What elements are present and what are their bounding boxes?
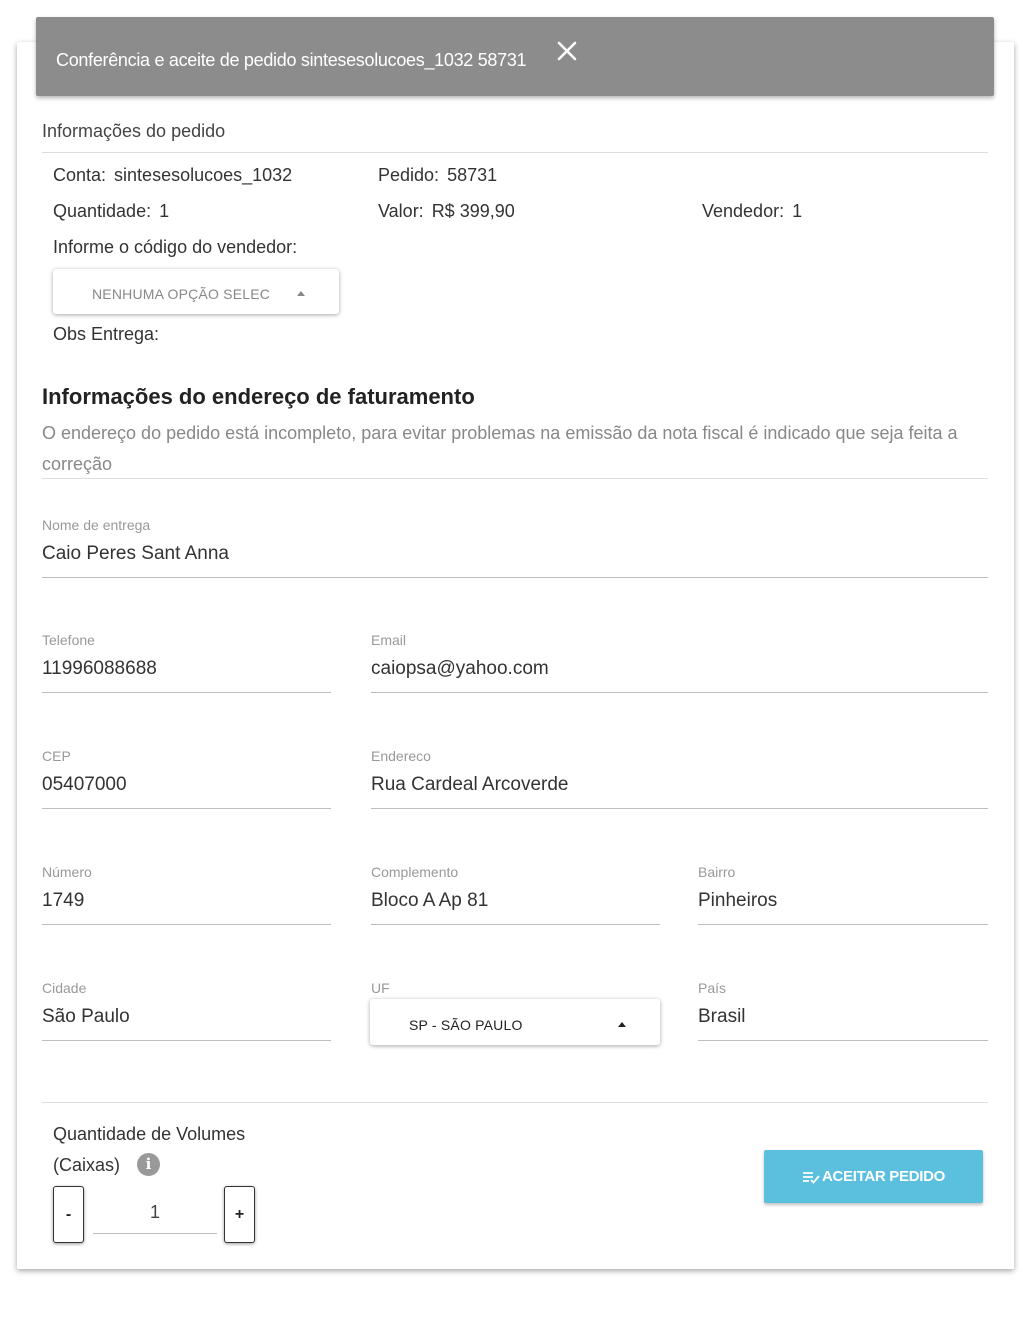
accept-order-label: ACEITAR PEDIDO — [821, 1168, 946, 1185]
vendor-code-dropdown[interactable]: NENHUMA OPÇÃO SELEC — [53, 269, 339, 314]
caret-up-icon — [618, 1022, 626, 1027]
valor-info: Valor: R$ 399,90 — [378, 201, 515, 222]
cidade-field: Cidade São Paulo — [42, 980, 331, 1044]
complemento-label: Complemento — [371, 864, 459, 880]
volumes-label-caixas: (Caixas) — [53, 1155, 121, 1175]
pais-underline — [698, 1040, 988, 1041]
numero-field: Número 1749 — [42, 864, 331, 928]
quantidade-label: Quantidade: — [53, 201, 152, 221]
pedido-value: 58731 — [447, 165, 498, 185]
email-field: Email caiopsa@yahoo.com — [371, 632, 988, 696]
vendedor-label: Vendedor: — [702, 201, 785, 221]
pais-input[interactable]: Brasil — [698, 1006, 988, 1028]
email-label: Email — [371, 632, 407, 648]
cidade-label: Cidade — [42, 980, 87, 996]
order-info-heading: Informações do pedido — [42, 121, 226, 141]
pais-field: País Brasil — [698, 980, 988, 1044]
cep-underline — [42, 808, 331, 809]
billing-divider — [42, 478, 988, 479]
complemento-underline — [371, 924, 660, 925]
valor-value: R$ 399,90 — [431, 201, 515, 221]
caret-up-icon — [297, 291, 305, 296]
dialog-header: Conferência e aceite de pedido sinteseso… — [36, 17, 994, 96]
bairro-underline — [698, 924, 988, 925]
cep-label: CEP — [42, 748, 71, 764]
bairro-label: Bairro — [698, 864, 736, 880]
info-icon[interactable]: i — [137, 1153, 160, 1176]
volumes-underline — [93, 1233, 217, 1234]
uf-label: UF — [371, 980, 390, 996]
endereco-input[interactable]: Rua Cardeal Arcoverde — [371, 774, 988, 796]
quantidade-value: 1 — [159, 201, 170, 221]
uf-dropdown[interactable]: SP - SÃO PAULO — [370, 999, 660, 1045]
footer-divider — [42, 1102, 988, 1103]
endereco-field: Endereco Rua Cardeal Arcoverde — [371, 748, 988, 812]
obs-entrega-label: Obs Entrega: — [53, 324, 160, 344]
numero-underline — [42, 924, 331, 925]
cep-input[interactable]: 05407000 — [42, 774, 331, 796]
telefone-input[interactable]: 11996088688 — [42, 658, 331, 680]
numero-label: Número — [42, 864, 92, 880]
conta-label: Conta: — [53, 165, 107, 185]
close-icon[interactable] — [555, 39, 579, 63]
dialog-title: Conferência e aceite de pedido sinteseso… — [56, 50, 527, 70]
endereco-underline — [371, 808, 988, 809]
nome-entrega-field: Nome de entrega Caio Peres Sant Anna — [42, 517, 988, 581]
cidade-input[interactable]: São Paulo — [42, 1006, 331, 1028]
vendedor-value: 1 — [792, 201, 803, 221]
telefone-underline — [42, 692, 331, 693]
telefone-field: Telefone 11996088688 — [42, 632, 331, 696]
numero-input[interactable]: 1749 — [42, 890, 331, 912]
volumes-increment-button[interactable]: + — [224, 1186, 255, 1243]
playlist-check-icon — [802, 1171, 820, 1184]
nome-entrega-label: Nome de entrega — [42, 517, 151, 533]
accept-order-button[interactable]: ACEITAR PEDIDO — [764, 1150, 983, 1203]
complemento-input[interactable]: Bloco A Ap 81 — [371, 890, 660, 912]
volumes-label: Quantidade de Volumes — [53, 1124, 246, 1144]
volumes-value[interactable]: 1 — [93, 1202, 217, 1223]
conta-value: sintesesolucoes_1032 — [114, 165, 293, 185]
conta-info: Conta: sintesesolucoes_1032 — [53, 165, 292, 186]
vendor-code-label: Informe o código do vendedor: — [53, 237, 298, 257]
complemento-field: Complemento Bloco A Ap 81 — [371, 864, 660, 928]
uf-field: UF — [371, 980, 660, 1000]
bairro-field: Bairro Pinheiros — [698, 864, 988, 928]
pedido-label: Pedido: — [378, 165, 440, 185]
quantidade-info: Quantidade: 1 — [53, 201, 169, 222]
vendor-code-dropdown-value: NENHUMA OPÇÃO SELEC — [92, 286, 271, 302]
vendedor-info: Vendedor: 1 — [702, 201, 802, 222]
cidade-underline — [42, 1040, 331, 1041]
email-underline — [371, 692, 988, 693]
nome-entrega-input[interactable]: Caio Peres Sant Anna — [42, 543, 988, 565]
volumes-decrement-button[interactable]: - — [53, 1186, 84, 1243]
cep-field: CEP 05407000 — [42, 748, 331, 812]
nome-entrega-underline — [42, 577, 988, 578]
billing-title: Informações do endereço de faturamento — [42, 384, 475, 409]
uf-dropdown-value: SP - SÃO PAULO — [409, 1017, 523, 1033]
pais-label: País — [698, 980, 727, 996]
billing-subtitle: O endereço do pedido está incompleto, pa… — [42, 423, 958, 474]
telefone-label: Telefone — [42, 632, 95, 648]
email-input[interactable]: caiopsa@yahoo.com — [371, 658, 988, 680]
order-info-divider — [42, 152, 988, 153]
valor-label: Valor: — [378, 201, 424, 221]
endereco-label: Endereco — [371, 748, 431, 764]
bairro-input[interactable]: Pinheiros — [698, 890, 988, 912]
pedido-info: Pedido: 58731 — [378, 165, 497, 186]
